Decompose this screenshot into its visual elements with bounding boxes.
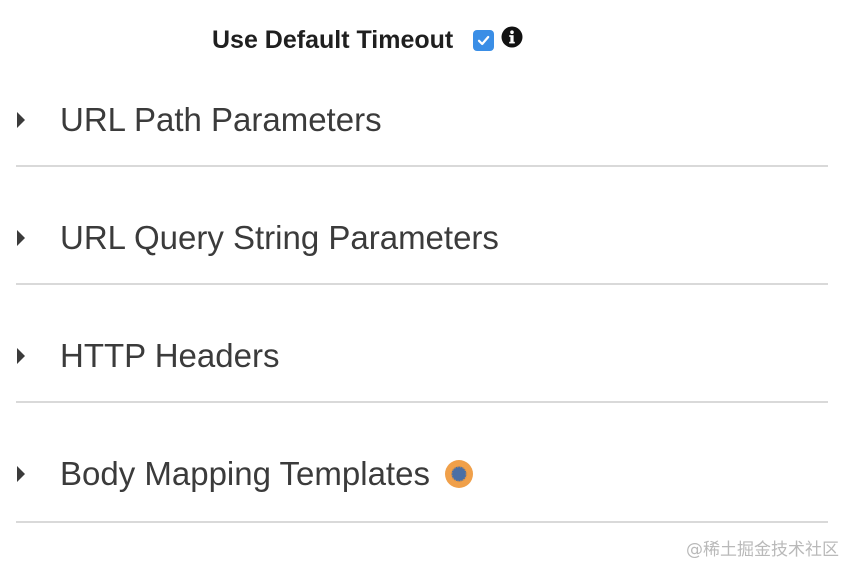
caret-right-icon: [16, 110, 30, 130]
info-icon[interactable]: [501, 26, 523, 48]
section-title: URL Query String Parameters: [60, 219, 499, 256]
caret-right-icon: [16, 464, 30, 484]
section-divider: [16, 521, 828, 523]
section-title: Body Mapping Templates: [60, 455, 430, 492]
section-title: HTTP Headers: [60, 337, 280, 374]
section-divider: [16, 401, 828, 403]
section-divider: [16, 283, 828, 285]
section-url-query-string-parameters: URL Query String Parameters: [16, 213, 828, 331]
http-headers-toggle[interactable]: HTTP Headers: [16, 331, 279, 381]
loading-dot-icon: [444, 459, 474, 489]
section-divider: [16, 165, 828, 167]
watermark: @稀土掘金技术社区: [686, 540, 839, 560]
method-settings-panel: Use Default Timeout URL Path Parameters: [0, 0, 845, 566]
use-default-timeout-label: Use Default Timeout: [212, 25, 454, 54]
section-title: URL Path Parameters: [60, 101, 382, 138]
use-default-timeout-checkbox[interactable]: [473, 29, 495, 51]
caret-right-icon: [16, 228, 30, 248]
body-mapping-templates-toggle[interactable]: Body Mapping Templates: [16, 449, 474, 499]
url-path-parameters-toggle[interactable]: URL Path Parameters: [16, 95, 382, 145]
checkmark-icon: [478, 35, 490, 45]
use-default-timeout-row: Use Default Timeout: [212, 22, 523, 58]
caret-right-icon: [16, 346, 30, 366]
url-query-string-parameters-toggle[interactable]: URL Query String Parameters: [16, 213, 499, 263]
section-http-headers: HTTP Headers: [16, 331, 828, 449]
section-url-path-parameters: URL Path Parameters: [16, 95, 828, 213]
